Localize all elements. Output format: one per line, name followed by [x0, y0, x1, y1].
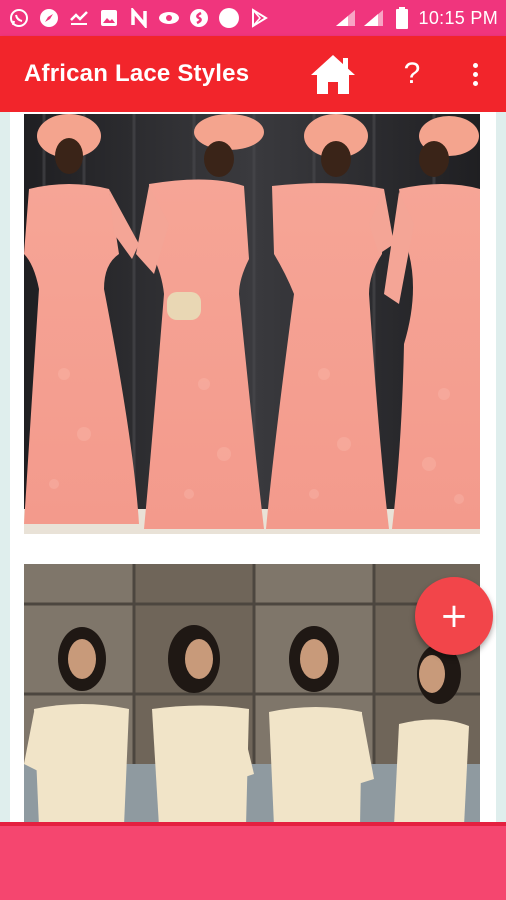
compass-icon — [38, 7, 60, 29]
home-button[interactable] — [309, 52, 357, 96]
shazam-icon — [188, 7, 210, 29]
home-icon — [311, 55, 355, 94]
bottom-bar — [0, 822, 506, 900]
help-icon: ? — [403, 57, 421, 90]
n-icon — [128, 7, 150, 29]
plus-icon: + — [439, 596, 469, 636]
overflow-menu-button[interactable] — [460, 52, 490, 96]
notification-icons — [8, 7, 270, 29]
lace-dress-photo — [24, 114, 480, 534]
status-time: 10:15 PM — [418, 7, 498, 28]
signal-icon-2 — [363, 7, 385, 29]
signal-icon — [335, 7, 357, 29]
more-vert-icon — [472, 62, 478, 68]
image-icon — [98, 7, 120, 29]
cream-lace-photo — [24, 564, 480, 824]
content-area[interactable] — [0, 112, 506, 824]
status-bar: 10:15 PM — [0, 0, 506, 36]
app-bar: African Lace Styles ? — [0, 36, 506, 112]
circle-icon — [218, 7, 240, 29]
app-title: African Lace Styles — [24, 60, 250, 87]
add-button[interactable]: + — [415, 577, 493, 655]
battery-icon — [391, 7, 413, 29]
eye-icon — [158, 7, 180, 29]
gallery-list — [10, 112, 496, 824]
voicemail-icon — [68, 7, 90, 29]
play-store-icon — [248, 7, 270, 29]
help-button[interactable]: ? — [396, 52, 428, 96]
gallery-photo[interactable] — [24, 114, 480, 534]
whatsapp-icon — [8, 7, 30, 29]
gallery-photo[interactable] — [24, 564, 480, 824]
